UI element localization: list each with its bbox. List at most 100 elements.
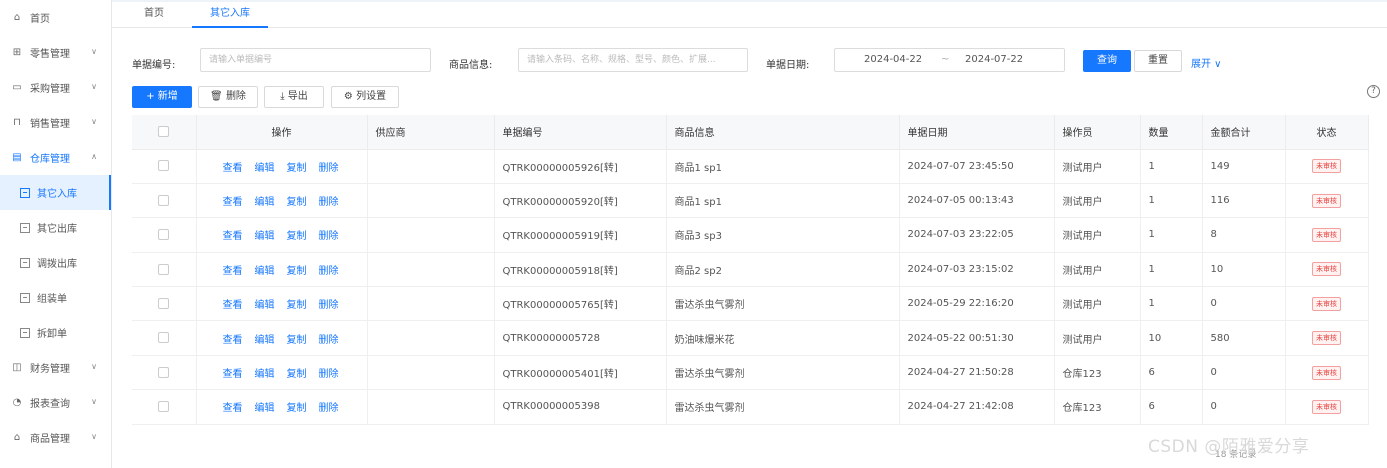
tab-home[interactable]: 首页 [144,4,164,28]
sidebar-item-reports[interactable]: ◔ 报表查询 ∨ [0,385,111,420]
delete-link[interactable]: 删除 [319,335,339,346]
view-link[interactable]: 查看 [223,300,243,311]
sidebar-item-warehouse[interactable]: ▤ 仓库管理 ∧ [0,140,111,175]
row-select-cell[interactable] [132,183,197,219]
copy-link[interactable]: 复制 [287,335,307,346]
view-link[interactable]: 查看 [223,335,243,346]
row-checkbox[interactable] [158,332,170,344]
sidebar-item-disassembly[interactable]: 拆卸单 [0,315,111,350]
export-button[interactable]: ⤓ 导出 [264,86,324,108]
goods-info-input[interactable]: 请输入条码、名称、规格、型号、颜色、扩展... [518,48,748,72]
copy-link[interactable]: 复制 [287,403,307,414]
row-select-cell[interactable] [132,355,197,391]
delete-link[interactable]: 删除 [319,266,339,277]
sidebar-item-retail[interactable]: ⊞ 零售管理 ∨ [0,35,111,70]
row-select-cell[interactable] [132,252,197,288]
delete-link[interactable]: 删除 [319,231,339,242]
cell-quantity: 10 [1140,320,1203,356]
sidebar-item-home[interactable]: ⌂ 首页 [0,0,111,35]
reset-button[interactable]: 重置 [1134,50,1182,72]
edit-link[interactable]: 编辑 [255,197,275,208]
sidebar-item-purchase[interactable]: ▭ 采购管理 ∨ [0,70,111,105]
row-select-cell[interactable] [132,389,197,425]
row-select-cell[interactable] [132,286,197,322]
sidebar-item-label: 其它出库 [37,224,77,235]
view-link[interactable]: 查看 [223,231,243,242]
delete-button[interactable]: 🗑 删除 [198,86,258,108]
expand-link[interactable]: 展开 ∨ [1191,55,1222,70]
query-button[interactable]: 查询 [1083,50,1131,72]
row-select-cell[interactable] [132,320,197,356]
view-link[interactable]: 查看 [223,266,243,277]
edit-link[interactable]: 编辑 [255,403,275,414]
sidebar-item-finance[interactable]: ◫ 财务管理 ∨ [0,350,111,385]
date-range-picker[interactable]: 2024-04-22 ~ 2024-07-22 [834,48,1065,72]
row-actions: 查看 编辑 复制 删除 [196,320,368,356]
date-end[interactable]: 2024-07-22 [965,54,1023,65]
table-row[interactable]: 查看 编辑 复制 删除 QTRK00000005918[转] 商品2 sp2 2024-07… [132,252,1369,288]
select-all-cell[interactable] [132,115,197,150]
cell-bill-date: 2024-04-27 21:42:08 [899,389,1055,425]
document-icon [20,222,30,233]
header-bill-date[interactable]: 单据日期 [899,115,1055,150]
inbound-table: 操作 供应商 单据编号 商品信息 单据日期 操作员 数量 金额合计 状态 查看编… [132,115,1369,425]
table-row[interactable]: 查看 编辑 复制 删除 QTRK00000005401[转] 雷达杀虫气雾剂 2024-04… [132,355,1369,391]
delete-link[interactable]: 删除 [319,197,339,208]
view-link[interactable]: 查看 [223,163,243,174]
add-button[interactable]: + 新增 [132,86,192,108]
row-checkbox[interactable] [158,160,170,172]
copy-link[interactable]: 复制 [287,231,307,242]
table-row[interactable]: 查看 编辑 复制 删除 QTRK00000005920[转] 商品1 sp1 2024-07… [132,183,1369,219]
copy-link[interactable]: 复制 [287,163,307,174]
view-link[interactable]: 查看 [223,197,243,208]
chevron-down-icon: ∨ [91,47,97,56]
row-checkbox[interactable] [158,298,170,309]
sidebar-item-goods[interactable]: ⌂ 商品管理 ∨ [0,420,111,455]
row-select-cell[interactable] [132,149,197,184]
row-checkbox[interactable] [158,229,170,241]
table-row[interactable]: 查看 编辑 复制 删除 QTRK00000005765[转] 雷达杀虫气雾剂 2024-05… [132,286,1369,322]
select-all-checkbox[interactable] [158,126,170,137]
delete-link[interactable]: 删除 [319,369,339,380]
sidebar-item-transfer-outbound[interactable]: 调拨出库 [0,245,111,280]
copy-link[interactable]: 复制 [287,197,307,208]
sidebar-item-assembly[interactable]: 组装单 [0,280,111,315]
bill-no-label: 单据编号: [132,60,176,71]
delete-link[interactable]: 删除 [319,403,339,414]
cell-bill-date: 2024-05-22 00:51:30 [899,320,1055,356]
edit-link[interactable]: 编辑 [255,335,275,346]
sidebar-item-other-outbound[interactable]: 其它出库 [0,210,111,245]
cell-quantity: 1 [1140,183,1203,219]
row-select-cell[interactable] [132,217,197,253]
column-settings-button[interactable]: ⚙ 列设置 [331,86,399,108]
table-row[interactable]: 查看 编辑 复制 删除 QTRK00000005926[转] 商品1 sp1 2024-07… [132,149,1369,184]
cell-supplier [367,149,495,184]
copy-link[interactable]: 复制 [287,300,307,311]
header-bill-no[interactable]: 单据编号 [494,115,667,150]
table-row[interactable]: 查看 编辑 复制 删除 QTRK00000005728 奶油味爆米花 2024-05-22 … [132,320,1369,356]
edit-link[interactable]: 编辑 [255,266,275,277]
delete-link[interactable]: 删除 [319,300,339,311]
table-row[interactable]: 查看 编辑 复制 删除 QTRK00000005398 雷达杀虫气雾剂 2024-04-27… [132,389,1369,425]
edit-link[interactable]: 编辑 [255,163,275,174]
view-link[interactable]: 查看 [223,369,243,380]
row-checkbox[interactable] [158,263,170,275]
sidebar-item-other-inbound[interactable]: 其它入库 [0,175,111,210]
edit-link[interactable]: 编辑 [255,369,275,380]
copy-link[interactable]: 复制 [287,369,307,380]
row-checkbox[interactable] [158,401,170,413]
bill-no-input[interactable]: 请输入单据编号 [200,48,431,72]
delete-link[interactable]: 删除 [319,163,339,174]
row-checkbox[interactable] [158,194,170,206]
edit-link[interactable]: 编辑 [255,300,275,311]
copy-link[interactable]: 复制 [287,266,307,277]
view-link[interactable]: 查看 [223,403,243,414]
date-start[interactable]: 2024-04-22 [864,54,922,65]
edit-link[interactable]: 编辑 [255,231,275,242]
header-amount: 金额合计 [1202,115,1286,150]
sidebar-item-sales[interactable]: ⊓ 销售管理 ∨ [0,105,111,140]
tab-other-inbound[interactable]: 其它入库 [192,4,268,28]
help-icon[interactable]: ? [1367,85,1380,98]
table-row[interactable]: 查看 编辑 复制 删除 QTRK00000005919[转] 商品3 sp3 2024-07… [132,217,1369,253]
row-checkbox[interactable] [158,366,170,378]
